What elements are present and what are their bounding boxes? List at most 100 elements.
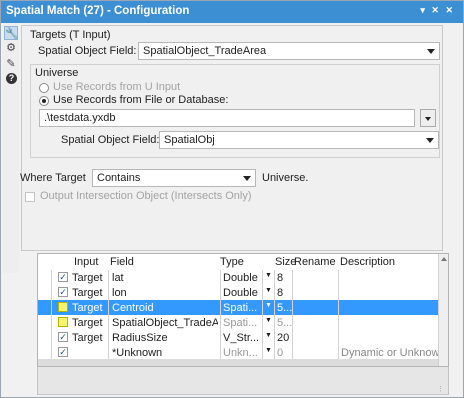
cell-rename-box[interactable]: [292, 345, 338, 360]
row-select-checkbox[interactable]: ✓: [58, 272, 68, 282]
where-label: Where Target: [20, 172, 86, 184]
cell-size: 5...: [277, 317, 292, 329]
col-header-rename[interactable]: Rename: [294, 254, 336, 270]
tag-icon[interactable]: ✎: [4, 57, 18, 71]
cell-description-box[interactable]: [338, 330, 440, 345]
col-header-field[interactable]: Field: [110, 254, 134, 270]
chevron-down-icon: ▼: [265, 272, 272, 279]
grid-scrollbar[interactable]: [438, 254, 448, 366]
cell-description-box[interactable]: Dynamic or Unknown Fiel: [338, 345, 440, 360]
chevron-down-icon: ▼: [265, 302, 272, 309]
type-dropdown[interactable]: ▼: [262, 300, 274, 315]
cell-type-box[interactable]: V_Str...: [220, 330, 262, 345]
bottom-area: ⋮: [37, 367, 449, 395]
radio-file-db[interactable]: [39, 96, 49, 106]
cell-type-box[interactable]: Double: [220, 270, 262, 285]
table-row[interactable]: ✓ Target lat Double ▼ 8: [38, 270, 440, 285]
table-row[interactable]: ✓ Target RadiusSize V_Str... ▼ 20: [38, 330, 440, 345]
radio-u-input-label: Use Records from U Input: [53, 81, 181, 93]
cell-type: Double: [223, 287, 258, 299]
cell-type-box[interactable]: Spati...: [220, 315, 262, 330]
cell-field-box[interactable]: SpatialObject_TradeArea: [108, 315, 220, 330]
row-select-checkbox[interactable]: [58, 317, 68, 327]
cell-description-box[interactable]: [338, 315, 440, 330]
table-row[interactable]: ✓ *Unknown Unkn... ▼ 0 Dynamic or Unknown Fie…: [38, 345, 440, 360]
scroll-up-icon[interactable]: [441, 257, 447, 261]
cell-description: [341, 301, 440, 315]
type-dropdown[interactable]: ▼: [262, 270, 274, 285]
row-select-checkbox[interactable]: ✓: [58, 287, 68, 297]
cell-type-box[interactable]: Spati...: [220, 300, 262, 315]
cell-rename: [295, 316, 337, 330]
cell-description: [341, 331, 440, 345]
window-controls[interactable]: ▾ ✕ ✕: [420, 5, 455, 16]
cell-input: Target: [72, 317, 103, 329]
cell-description: [341, 286, 440, 300]
cell-field-box[interactable]: lat: [108, 270, 220, 285]
cell-size-box[interactable]: 0: [274, 345, 292, 360]
window-title: Spatial Match (27) - Configuration: [6, 5, 190, 17]
cell-size-box[interactable]: 5...: [274, 315, 292, 330]
table-row[interactable]: ✓ Target lon Double ▼ 8: [38, 285, 440, 300]
output-intersection-checkbox[interactable]: [25, 192, 35, 202]
cell-size-box[interactable]: 5...: [274, 300, 292, 315]
cell-description-box[interactable]: [338, 270, 440, 285]
row-header[interactable]: [38, 270, 52, 285]
col-header-type[interactable]: Type: [220, 254, 244, 270]
chevron-down-icon: ▼: [265, 347, 272, 354]
cell-size-box[interactable]: 20: [274, 330, 292, 345]
targets-heading: Targets (T Input): [30, 29, 111, 41]
row-header[interactable]: [38, 285, 52, 300]
radio-u-input[interactable]: [39, 83, 49, 93]
cell-field-box[interactable]: lon: [108, 285, 220, 300]
cell-description-box[interactable]: [338, 300, 440, 315]
help-icon[interactable]: ?: [6, 73, 17, 84]
cell-input: [72, 346, 108, 360]
type-dropdown[interactable]: ▼: [262, 330, 274, 345]
wrench-icon[interactable]: 🔧: [4, 26, 19, 40]
row-header[interactable]: [38, 300, 52, 315]
table-row[interactable]: Target Centroid Spati... ▼ 5...: [38, 300, 440, 315]
cell-rename-box[interactable]: [292, 285, 338, 300]
cell-description-box[interactable]: [338, 285, 440, 300]
where-select[interactable]: Contains: [92, 169, 256, 187]
cell-field-box[interactable]: RadiusSize: [108, 330, 220, 345]
cell-type: Unkn...: [223, 347, 258, 359]
cell-field: Centroid: [112, 302, 154, 314]
cell-type-box[interactable]: Double: [220, 285, 262, 300]
cell-rename-box[interactable]: [292, 300, 338, 315]
cell-size-box[interactable]: 8: [274, 285, 292, 300]
row-select-checkbox[interactable]: ✓: [58, 347, 68, 357]
row-header[interactable]: [38, 315, 52, 330]
type-dropdown[interactable]: ▼: [262, 315, 274, 330]
file-path-input[interactable]: .\testdata.yxdb: [39, 109, 415, 127]
cell-field-box[interactable]: *Unknown: [108, 345, 220, 360]
cell-type-box[interactable]: Unkn...: [220, 345, 262, 360]
cell-size-box[interactable]: 8: [274, 270, 292, 285]
cell-field-box[interactable]: Centroid: [108, 300, 220, 315]
gear-icon[interactable]: ⚙: [4, 41, 18, 55]
targets-field-select[interactable]: SpatialObject_TradeArea: [138, 42, 440, 60]
where-value: Contains: [97, 172, 141, 184]
cell-input: Target: [72, 332, 103, 344]
cell-rename-box[interactable]: [292, 330, 338, 345]
row-header[interactable]: [38, 330, 52, 345]
chevron-down-icon: [425, 117, 431, 121]
output-intersection-label: Output Intersection Object (Intersects O…: [40, 190, 252, 202]
row-header[interactable]: [38, 345, 52, 360]
radio-file-db-label: Use Records from File or Database:: [53, 94, 229, 106]
type-dropdown[interactable]: ▼: [262, 345, 274, 360]
universe-heading: Universe: [35, 67, 79, 79]
row-select-checkbox[interactable]: [58, 302, 68, 312]
table-row[interactable]: Target SpatialObject_TradeArea Spati... ▼ 5.…: [38, 315, 440, 330]
browse-button[interactable]: [420, 109, 436, 127]
resize-grip-icon[interactable]: ⋮: [437, 385, 444, 393]
type-dropdown[interactable]: ▼: [262, 285, 274, 300]
row-select-checkbox[interactable]: ✓: [58, 332, 68, 342]
cell-rename-box[interactable]: [292, 270, 338, 285]
col-header-input[interactable]: Input: [74, 254, 98, 270]
cell-rename-box[interactable]: [292, 315, 338, 330]
universe-field-select[interactable]: SpatialObj: [159, 131, 439, 149]
cell-rename: [295, 286, 337, 300]
col-header-description[interactable]: Description: [340, 254, 395, 270]
